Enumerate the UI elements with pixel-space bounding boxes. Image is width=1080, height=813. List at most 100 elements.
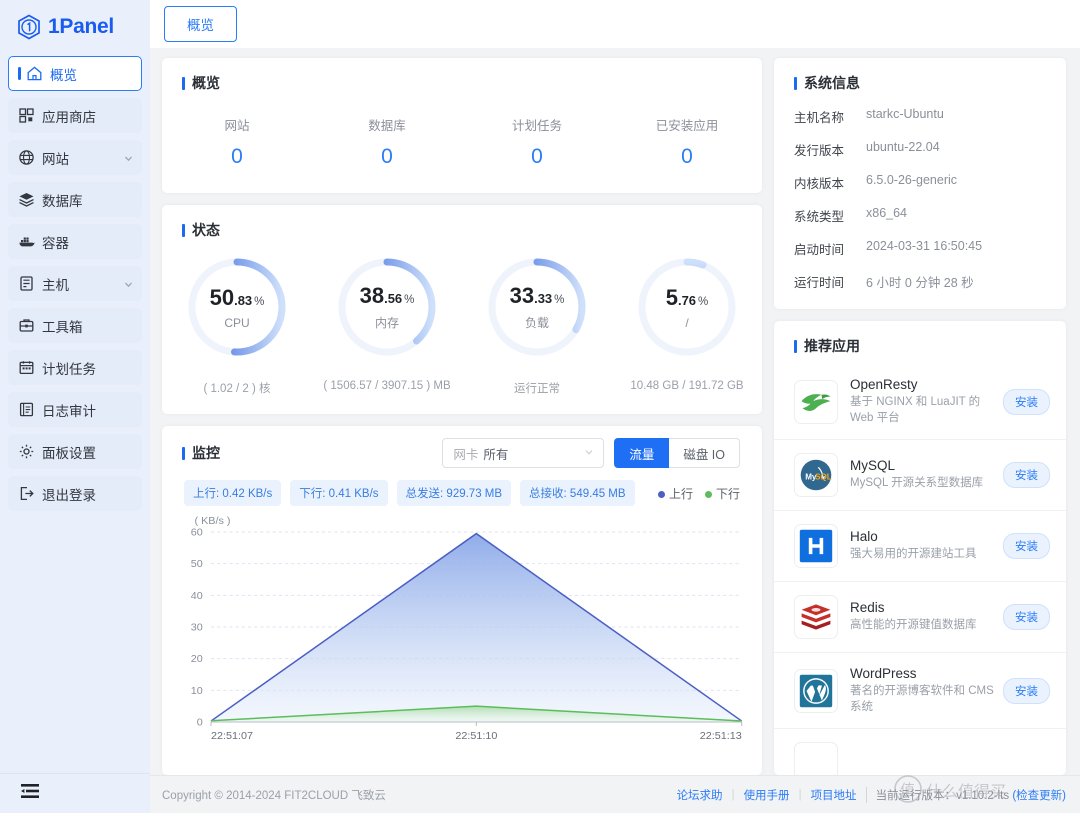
check-update-link[interactable]: (检查更新) (1012, 790, 1066, 802)
status-title-text: 状态 (192, 222, 220, 238)
chevron-down-icon (583, 446, 595, 461)
system-info-card: 系统信息 主机名称 starkc-Ubuntu 发行版本 ubuntu-22.0… (774, 58, 1066, 309)
footer-version: 当前运行版本：v1.10.2-lts (检查更新) (865, 786, 1066, 803)
app-desc: MySQL 开源关系型数据库 (850, 477, 984, 490)
sidebar-item-appstore[interactable]: 应用商店 (8, 98, 142, 133)
apps-grid-icon (18, 107, 35, 124)
segment-traffic[interactable]: 流量 (614, 438, 670, 468)
traffic-chart[interactable]: 0 10 20 30 40 50 60 22:51:07 22:51:10 22:51:13 (… (162, 506, 762, 754)
hexagon-one-logo-icon (16, 14, 42, 40)
sysinfo-key: 主机名称 (794, 111, 845, 125)
database-stack-icon (18, 191, 35, 208)
sysinfo-key: 启动时间 (794, 243, 845, 257)
right-column: 系统信息 主机名称 starkc-Ubuntu 发行版本 ubuntu-22.0… (774, 58, 1066, 775)
gauge-memory: 38.56% 内存 ( 1506.57 / 3907.15 ) MB (312, 254, 462, 396)
svg-text:40: 40 (191, 590, 203, 602)
stat-value: 0 (231, 145, 243, 168)
footer-link-manual[interactable]: 使用手册 (744, 787, 790, 803)
sysinfo-row-kernel: 内核版本 6.5.0-26-generic (794, 173, 1066, 192)
active-indicator (18, 67, 21, 80)
mysql-icon: My SQL (794, 453, 838, 498)
brand-name: 1Panel (48, 15, 114, 38)
svg-text:22:51:13: 22:51:13 (700, 730, 742, 742)
list-item[interactable]: Redis 高性能的开源键值数据库 安装 (774, 581, 1066, 652)
sidebar-item-toolbox[interactable]: 工具箱 (8, 308, 142, 343)
sidebar-item-database[interactable]: 数据库 (8, 182, 142, 217)
list-item[interactable]: My SQL MySQL MySQL 开源关系型数据库 安装 (774, 439, 1066, 510)
gauge-name: 负载 (524, 316, 549, 330)
svg-text:22:51:07: 22:51:07 (211, 730, 253, 742)
install-button[interactable]: 安装 (1003, 677, 1050, 704)
gauge-value-dec: .33 (534, 291, 553, 306)
gauge-value-dec: .56 (384, 291, 403, 306)
chevron-down-icon[interactable] (123, 152, 134, 163)
version-label: 当前运行版本： (875, 789, 957, 802)
app-root: 1Panel 概览 应用商店 网站 数据库 容器 主机 工具箱 计划任务 日志审… (0, 0, 1080, 813)
stat-label: 已安装应用 (655, 119, 719, 133)
app-text: Redis 高性能的开源键值数据库 (850, 600, 995, 634)
list-item-partial[interactable] (774, 728, 1066, 775)
legend-item-download[interactable]: 下行 (704, 485, 740, 502)
docker-whale-icon (18, 233, 35, 250)
gauge-unit: % (554, 294, 565, 306)
sidebar-item-label: 应用商店 (42, 109, 96, 125)
install-button[interactable]: 安装 (1003, 533, 1050, 560)
sidebar-item-overview[interactable]: 概览 (8, 56, 142, 91)
sidebar-item-logs[interactable]: 日志审计 (8, 392, 142, 427)
copyright-text: Copyright © 2014-2024 FIT2CLOUD 飞致云 (162, 789, 386, 802)
list-item[interactable]: OpenResty 基于 NGINX 和 LuaJIT 的 Web 平台 安装 (774, 364, 1066, 439)
segment-disk-io[interactable]: 磁盘 IO (669, 438, 740, 468)
list-item[interactable]: WordPress 著名的开源博客软件和 CMS 系统 安装 (774, 652, 1066, 728)
sidebar-item-settings[interactable]: 面板设置 (8, 434, 142, 469)
install-button[interactable]: 安装 (1003, 462, 1050, 489)
app-desc: 强大易用的开源建站工具 (850, 548, 977, 561)
sysinfo-row-boottime: 启动时间 2024-03-31 16:50:45 (794, 239, 1066, 258)
title-bar-accent (182, 223, 185, 237)
install-button[interactable]: 安装 (1003, 388, 1050, 415)
sidebar-collapse-button[interactable] (0, 773, 150, 813)
app-text: MySQL MySQL 开源关系型数据库 (850, 458, 995, 492)
sysinfo-row-release: 发行版本 ubuntu-22.04 (794, 140, 1066, 159)
tab-overview[interactable]: 概览 (164, 6, 237, 42)
gauge-name: CPU (224, 315, 250, 330)
stat-installed-apps[interactable]: 已安装应用 0 (612, 115, 762, 169)
version-value: v1.10.2-lts (956, 789, 1010, 802)
footer-link-forum[interactable]: 论坛求助 (677, 787, 723, 803)
sidebar-item-website[interactable]: 网站 (8, 140, 142, 175)
sidebar-item-cronjob[interactable]: 计划任务 (8, 350, 142, 385)
stat-value: 0 (381, 145, 393, 168)
chevron-down-icon[interactable] (123, 278, 134, 289)
overview-stats: 网站 0 数据库 0 计划任务 0 已安装应用 0 (162, 93, 762, 193)
legend-label: 下行 (715, 486, 740, 501)
sysinfo-row-hostname: 主机名称 starkc-Ubuntu (794, 107, 1066, 126)
app-desc: 基于 NGINX 和 LuaJIT 的 Web 平台 (850, 396, 981, 424)
monitor-mode-segmented: 流量 磁盘 IO (614, 438, 740, 468)
stat-databases[interactable]: 数据库 0 (312, 115, 462, 169)
gauge-sub: 10.48 GB / 191.72 GB (630, 380, 744, 392)
legend-item-upload[interactable]: 上行 (657, 485, 693, 502)
svg-text:30: 30 (191, 622, 203, 634)
gauge-value-dec: .76 (677, 292, 697, 308)
sidebar-item-label: 工具箱 (42, 319, 83, 335)
footer-link-project[interactable]: 项目地址 (811, 787, 857, 803)
sysinfo-value: x86_64 (866, 206, 908, 220)
network-interface-select[interactable]: 网卡 所有 (442, 438, 605, 468)
sidebar-item-host[interactable]: 主机 (8, 266, 142, 301)
recommended-apps-card: 推荐应用 OpenResty 基于 NGINX 和 LuaJIT 的 Web 平… (774, 321, 1066, 775)
stat-websites[interactable]: 网站 0 (162, 115, 312, 169)
sidebar-item-logout[interactable]: 退出登录 (8, 476, 142, 511)
badge-upload-speed: 上行: 0.42 KB/s (184, 480, 282, 506)
stat-label: 网站 (224, 119, 250, 133)
install-button[interactable]: 安装 (1003, 604, 1050, 631)
sidebar-item-container[interactable]: 容器 (8, 224, 142, 259)
title-bar-accent (182, 76, 185, 90)
gauge-value-int: 50 (209, 284, 235, 310)
stat-cronjobs[interactable]: 计划任务 0 (462, 115, 612, 169)
sidebar-nav: 概览 应用商店 网站 数据库 容器 主机 工具箱 计划任务 日志审计 面板设置 … (0, 56, 150, 511)
globe-icon (18, 149, 35, 166)
gear-icon (18, 443, 35, 460)
list-item[interactable]: Halo 强大易用的开源建站工具 安装 (774, 510, 1066, 581)
gauge-load: 33.33% 负载 运行正常 (462, 254, 612, 396)
recommended-title-text: 推荐应用 (804, 338, 860, 354)
system-info-title: 系统信息 (774, 58, 1066, 93)
